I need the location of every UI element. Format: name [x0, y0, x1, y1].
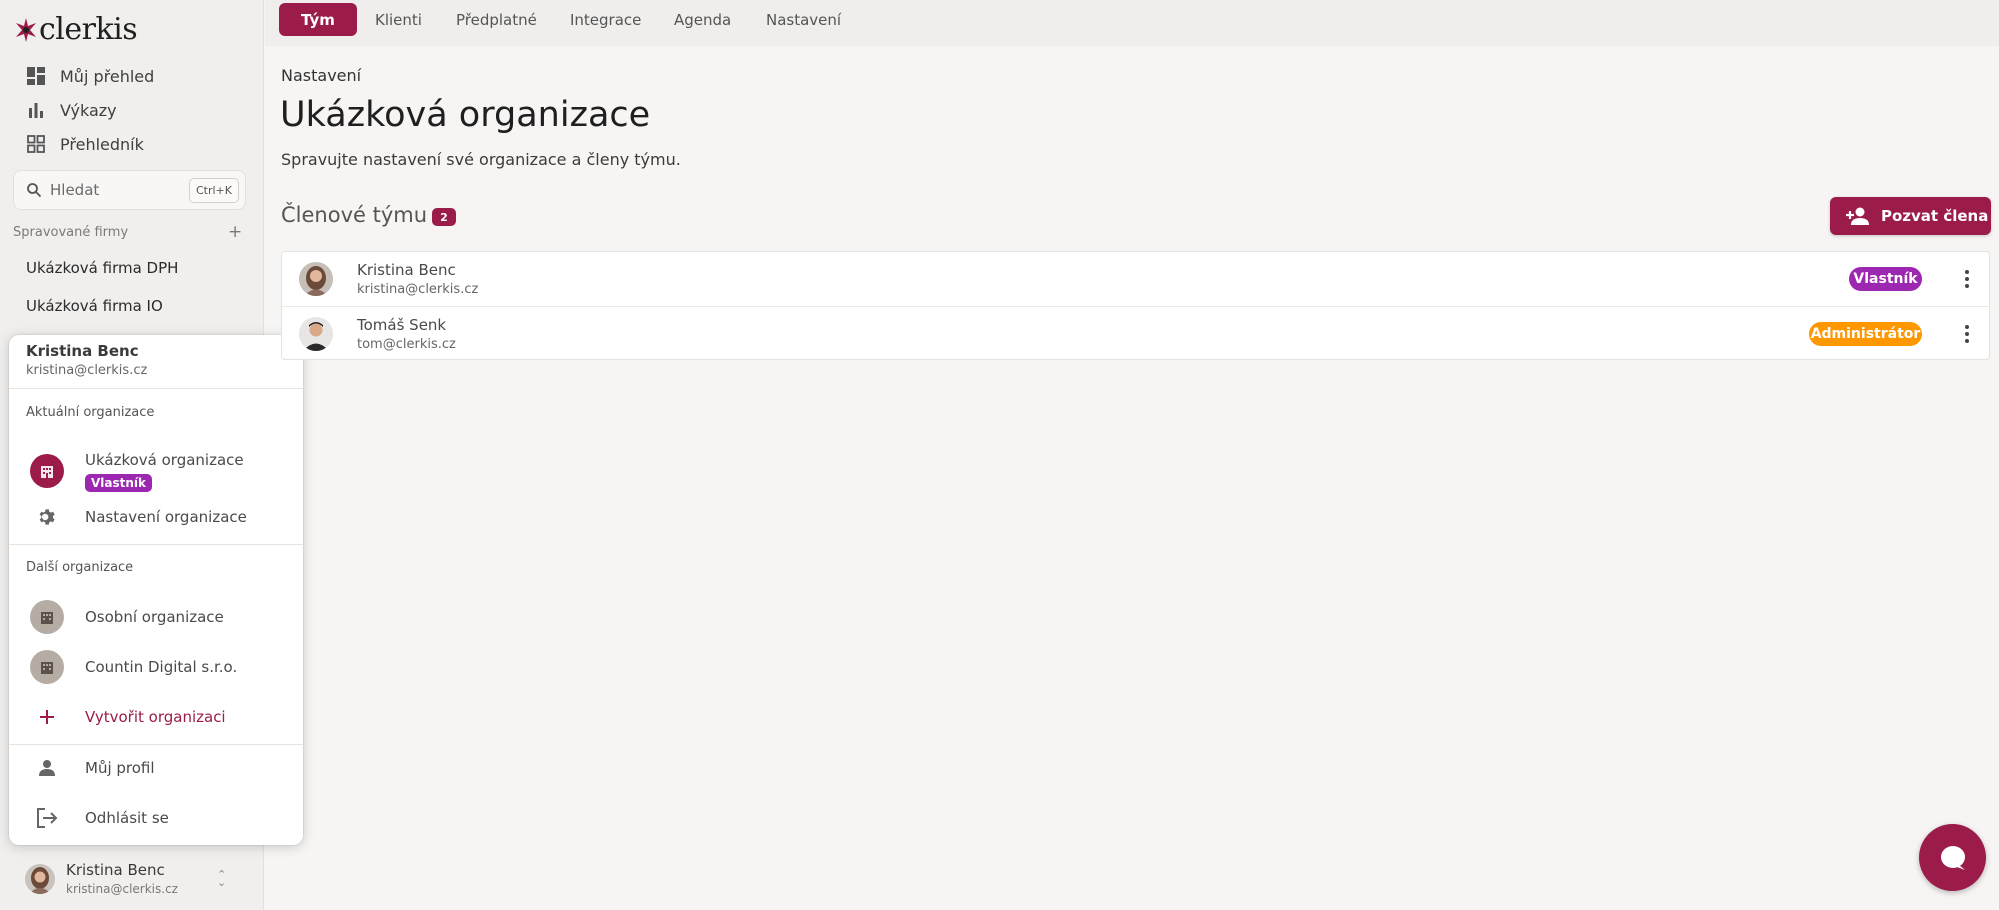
dashboard-icon: [26, 66, 46, 86]
page-title: Ukázková organizace: [280, 95, 651, 135]
member-name: Kristina Benc: [357, 261, 456, 279]
add-firm-icon[interactable]: +: [228, 222, 242, 242]
org-settings-item[interactable]: Nastavení organizace: [9, 495, 303, 539]
invite-member-label: Pozvat člena: [1881, 207, 1989, 225]
other-org-item[interactable]: Osobní organizace: [9, 595, 303, 639]
my-profile-label: Můj profil: [85, 759, 155, 777]
breadcrumb: Nastavení: [281, 66, 362, 85]
current-org-item[interactable]: Ukázková organizace Vlastník: [9, 443, 303, 499]
search-input[interactable]: [50, 181, 180, 199]
firm-item[interactable]: Ukázková firma DPH: [26, 259, 178, 277]
other-org-name: Osobní organizace: [85, 608, 224, 626]
top-navigation: Tým Klienti Předplatné Integrace Agenda …: [265, 0, 1999, 46]
nav-item-reports[interactable]: Výkazy: [26, 95, 117, 125]
divider: [9, 744, 303, 745]
logo[interactable]: clerkis: [14, 12, 138, 48]
create-org-item[interactable]: Vytvořit organizaci: [9, 695, 303, 739]
user-name: Kristina Benc: [66, 861, 165, 879]
page-subtitle: Spravujte nastavení své organizace a čle…: [281, 150, 681, 169]
avatar: [299, 262, 333, 296]
member-name: Tomáš Senk: [357, 316, 447, 334]
role-badge: Administrátor: [1809, 322, 1922, 346]
logout-item[interactable]: Odhlásit se: [9, 796, 303, 840]
tab-integrations[interactable]: Integrace: [560, 3, 651, 36]
search-box[interactable]: Ctrl+K: [13, 170, 246, 210]
bar-chart-icon: [26, 100, 46, 120]
avatar: [299, 317, 333, 351]
tab-subscription[interactable]: Předplatné: [446, 3, 547, 36]
tab-settings[interactable]: Nastavení: [756, 3, 851, 36]
member-email: tom@clerkis.cz: [357, 337, 456, 352]
invite-member-button[interactable]: Pozvat člena: [1830, 197, 1991, 235]
member-email: kristina@clerkis.cz: [357, 282, 479, 297]
building-icon: [30, 454, 64, 488]
building-icon: [30, 650, 64, 684]
current-org-name: Ukázková organizace: [85, 450, 244, 469]
firm-item[interactable]: Ukázková firma IO: [26, 297, 163, 315]
more-options-icon[interactable]: [1955, 266, 1979, 292]
members-count-badge: 2: [432, 208, 456, 226]
grid-icon: [26, 134, 46, 154]
avatar: [25, 864, 55, 894]
search-icon: [27, 183, 42, 198]
menu-user-email: kristina@clerkis.cz: [26, 363, 148, 378]
account-menu: Kristina Benc kristina@clerkis.cz Aktuál…: [9, 335, 303, 845]
current-org-label: Aktuální organizace: [26, 405, 155, 420]
my-profile-item[interactable]: Můj profil: [9, 746, 303, 790]
logo-text: clerkis: [39, 12, 138, 47]
table-row[interactable]: Kristina Benc kristina@clerkis.cz Vlastn…: [282, 252, 1989, 306]
nav-label: Výkazy: [60, 100, 117, 120]
person-icon: [39, 760, 55, 776]
logout-label: Odhlásit se: [85, 809, 169, 827]
chevron-up-down-icon: ⌃ ⌄: [217, 868, 227, 889]
chat-button[interactable]: [1919, 824, 1986, 891]
user-switcher[interactable]: Kristina Benc kristina@clerkis.cz ⌃ ⌄: [0, 855, 264, 910]
chat-bubble-icon: [1940, 845, 1965, 870]
other-orgs-label: Další organizace: [26, 560, 134, 575]
divider: [9, 388, 303, 389]
nav-label: Přehledník: [60, 134, 144, 154]
menu-user-name: Kristina Benc: [26, 342, 139, 360]
managed-firms-label: Spravované firmy: [13, 225, 129, 240]
nav-item-overview[interactable]: Přehledník: [26, 129, 144, 159]
building-icon: [30, 600, 64, 634]
members-title: Členové týmu: [281, 203, 428, 227]
logout-icon: [37, 808, 58, 828]
logo-star-icon: [16, 18, 36, 42]
plus-icon: [40, 710, 54, 724]
more-options-icon[interactable]: [1955, 321, 1979, 347]
divider: [9, 544, 303, 545]
org-settings-label: Nastavení organizace: [85, 508, 247, 526]
table-row[interactable]: Tomáš Senk tom@clerkis.cz Administrátor: [282, 306, 1989, 360]
create-org-label: Vytvořit organizaci: [85, 708, 226, 726]
other-org-name: Countin Digital s.r.o.: [85, 658, 238, 676]
tab-clients[interactable]: Klienti: [365, 3, 432, 36]
role-badge: Vlastník: [1849, 267, 1922, 291]
nav-item-dashboard[interactable]: Můj přehled: [26, 61, 154, 91]
role-badge: Vlastník: [85, 473, 153, 492]
tab-agenda[interactable]: Agenda: [664, 3, 741, 36]
nav-label: Můj přehled: [60, 66, 155, 86]
tab-team[interactable]: Tým: [279, 3, 357, 36]
gear-icon: [39, 509, 55, 525]
user-email: kristina@clerkis.cz: [66, 882, 178, 896]
person-add-icon: [1846, 207, 1869, 225]
search-shortcut: Ctrl+K: [188, 178, 239, 203]
other-org-item[interactable]: Countin Digital s.r.o.: [9, 645, 303, 689]
members-list: Kristina Benc kristina@clerkis.cz Vlastn…: [281, 251, 1990, 360]
